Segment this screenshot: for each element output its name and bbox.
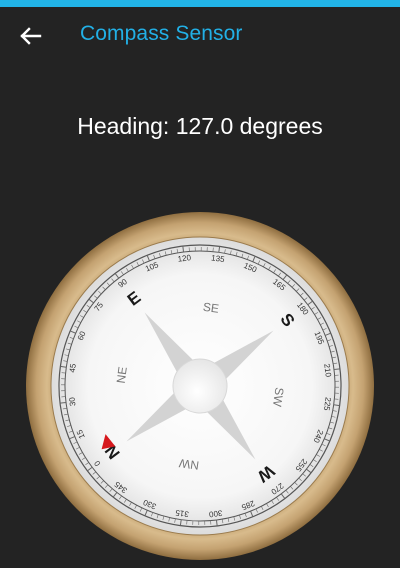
page-title: Compass Sensor [80,22,243,45]
degree-label-210: 210 [322,363,333,378]
degree-label-135: 135 [211,253,226,264]
intercardinal-label-se: SE [202,300,220,316]
compass: 0 15 30 45 60 75 90 105 120 135 150 165 180 195 210 225… [26,212,374,560]
app-toolbar: Compass Sensor [0,7,400,65]
compass-dial: 0153045607590105120 135150165180195210225… [26,212,374,560]
back-button[interactable] [12,19,50,53]
degree-label-315: 315 [174,508,189,519]
status-bar-accent [0,0,400,7]
arrow-left-icon [20,27,42,45]
degree-label-45: 45 [68,363,78,374]
heading-readout: Heading: 127.0 degrees [77,113,323,139]
degree-label-300: 300 [208,508,223,519]
intercardinal-label-ne: NE [114,366,130,384]
degree-label-30: 30 [67,396,77,406]
intercardinal-label-nw: NW [177,456,199,473]
degree-label-120: 120 [177,253,192,264]
degree-label-225: 225 [322,397,333,412]
intercardinal-label-sw: SW [270,386,287,408]
